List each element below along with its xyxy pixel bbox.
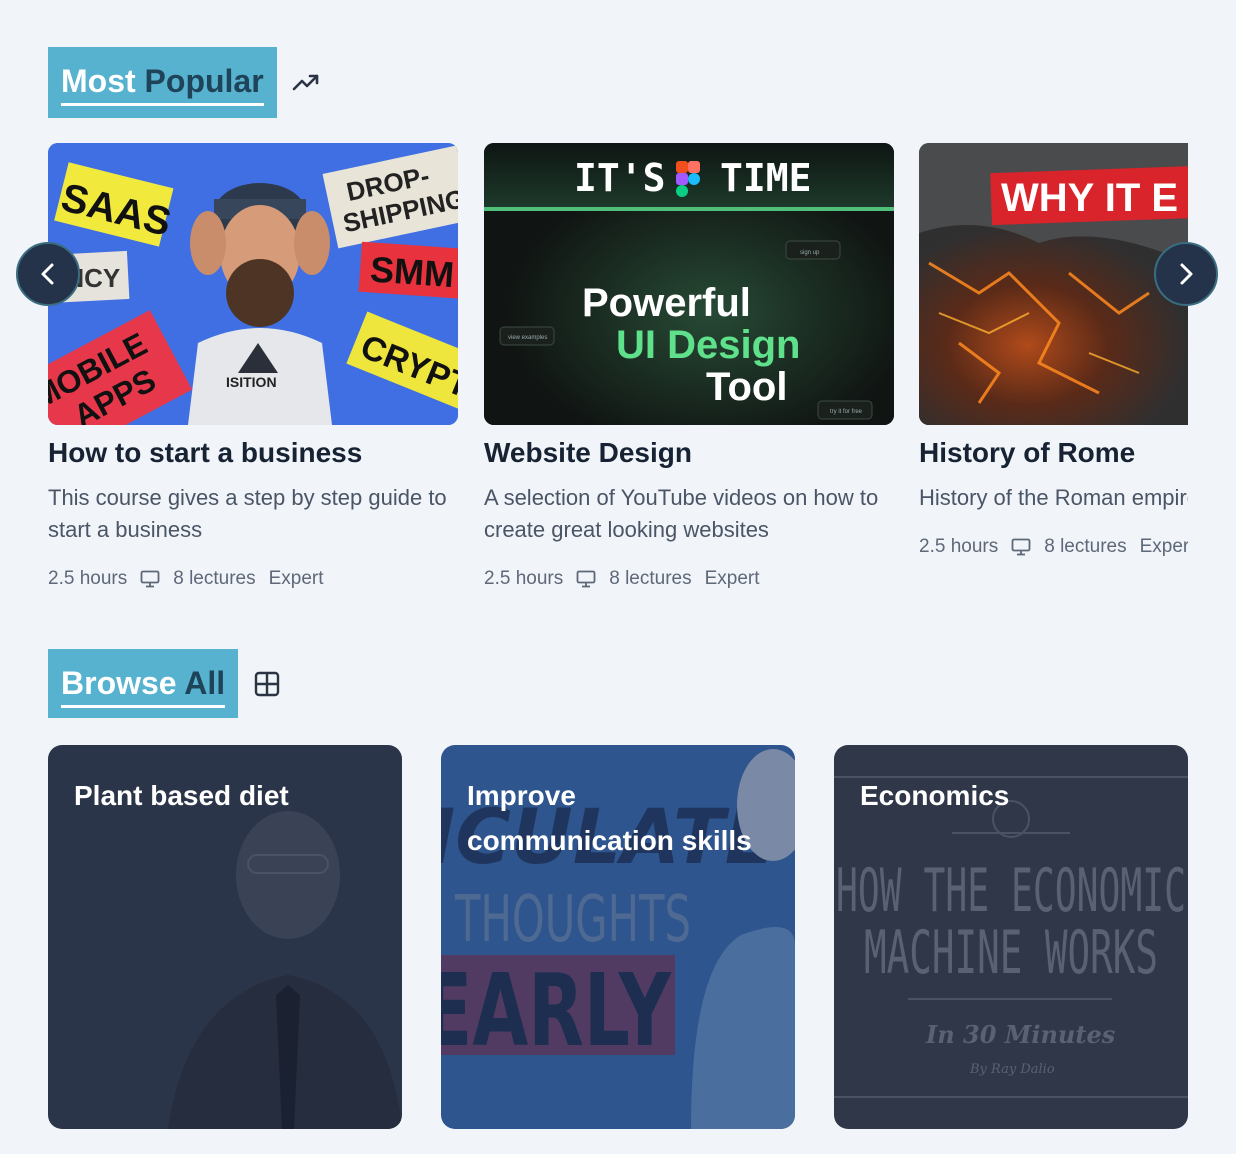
course-duration: 2.5 hours [48, 568, 128, 589]
trending-up-icon [291, 68, 321, 98]
monitor-icon [576, 570, 596, 588]
thumb-label: view examples [508, 335, 547, 341]
category-tile-communication-skills[interactable]: ICULATE THOUGHTS EARLY Improve communica… [441, 745, 795, 1129]
browse-all-header: Browse All [48, 649, 282, 718]
tile-title: Plant based diet [74, 780, 289, 811]
course-thumbnail[interactable]: IT'S TIME Powerful UI Design Tool sign u… [484, 143, 894, 425]
monitor-icon [140, 570, 160, 588]
tile-bg-label: By Ray Dalio [969, 1062, 1055, 1077]
course-meta: 2.5 hours 8 lectures Expert [919, 536, 1188, 558]
course-title[interactable]: How to start a business [48, 437, 458, 469]
thumb-label: SMM [369, 248, 456, 295]
browse-all-title: Browse All [61, 663, 226, 708]
course-thumbnail[interactable]: WHY IT E [919, 143, 1188, 425]
carousel-prev-button[interactable] [16, 242, 80, 306]
thumb-label: sign up [800, 250, 820, 256]
tile-bg-label: In 30 Minutes [925, 1020, 1116, 1049]
course-level: Expert [1139, 536, 1188, 557]
category-tile-economics[interactable]: HOW THE ECONOMIC MACHINE WORKS In 30 Min… [834, 745, 1188, 1129]
thumb-label: TIME [720, 156, 812, 200]
thumb-label: ISITION [226, 374, 277, 390]
course-lectures: 8 lectures [1044, 536, 1127, 557]
course-level: Expert [268, 568, 324, 589]
course-card[interactable]: SAAS DROP- SHIPPING SMM ENCY CRYPTO MOBI… [48, 143, 458, 590]
popular-carousel: SAAS DROP- SHIPPING SMM ENCY CRYPTO MOBI… [48, 143, 1188, 613]
tile-bg-label: MACHINE WORKS [864, 918, 1158, 988]
course-duration: 2.5 hours [484, 568, 564, 589]
tile-bg-label: EARLY [441, 952, 672, 1069]
most-popular-title-box: Most Popular [48, 47, 277, 118]
course-lectures: 8 lectures [609, 568, 692, 589]
course-description: History of the Roman empire [919, 485, 1188, 510]
tile-bg-label: THOUGHTS [454, 883, 691, 957]
carousel-next-button[interactable] [1154, 242, 1218, 306]
most-popular-header: Most Popular [48, 47, 321, 118]
thumb-label: try it for free [830, 409, 863, 415]
grid-icon[interactable] [252, 669, 282, 699]
course-meta: 2.5 hours 8 lectures Expert [484, 568, 894, 590]
thumb-label: Powerful [582, 281, 751, 325]
course-lectures: 8 lectures [173, 568, 256, 589]
most-popular-title: Most Popular [61, 61, 264, 106]
category-tile-plant-based-diet[interactable]: Plant based diet [48, 745, 402, 1129]
tile-title: Economics [860, 780, 1010, 811]
course-meta: 2.5 hours 8 lectures Expert [48, 568, 458, 590]
course-title[interactable]: Website Design [484, 437, 894, 469]
thumb-label: UI Design [616, 323, 800, 367]
course-card[interactable]: WHY IT E History of Rome History of the … [919, 143, 1188, 558]
thumb-label: WHY IT E [1001, 176, 1178, 220]
course-level: Expert [704, 568, 760, 589]
monitor-icon [1011, 538, 1031, 556]
thumb-label: Tool [706, 365, 787, 409]
chevron-left-icon [38, 262, 58, 286]
course-duration: 2.5 hours [919, 536, 999, 557]
browse-all-title-box: Browse All [48, 649, 239, 718]
course-description: This course gives a step by step guide t… [48, 485, 447, 542]
course-card[interactable]: IT'S TIME Powerful UI Design Tool sign u… [484, 143, 894, 590]
course-title[interactable]: History of Rome [919, 437, 1188, 469]
tile-bg-label: HOW THE ECONOMIC [836, 856, 1186, 926]
thumb-label: IT'S [574, 156, 666, 200]
chevron-right-icon [1176, 262, 1196, 286]
course-description: A selection of YouTube videos on how to … [484, 485, 879, 542]
course-thumbnail[interactable]: SAAS DROP- SHIPPING SMM ENCY CRYPTO MOBI… [48, 143, 458, 425]
tile-title: Improve communication skills [467, 780, 752, 856]
